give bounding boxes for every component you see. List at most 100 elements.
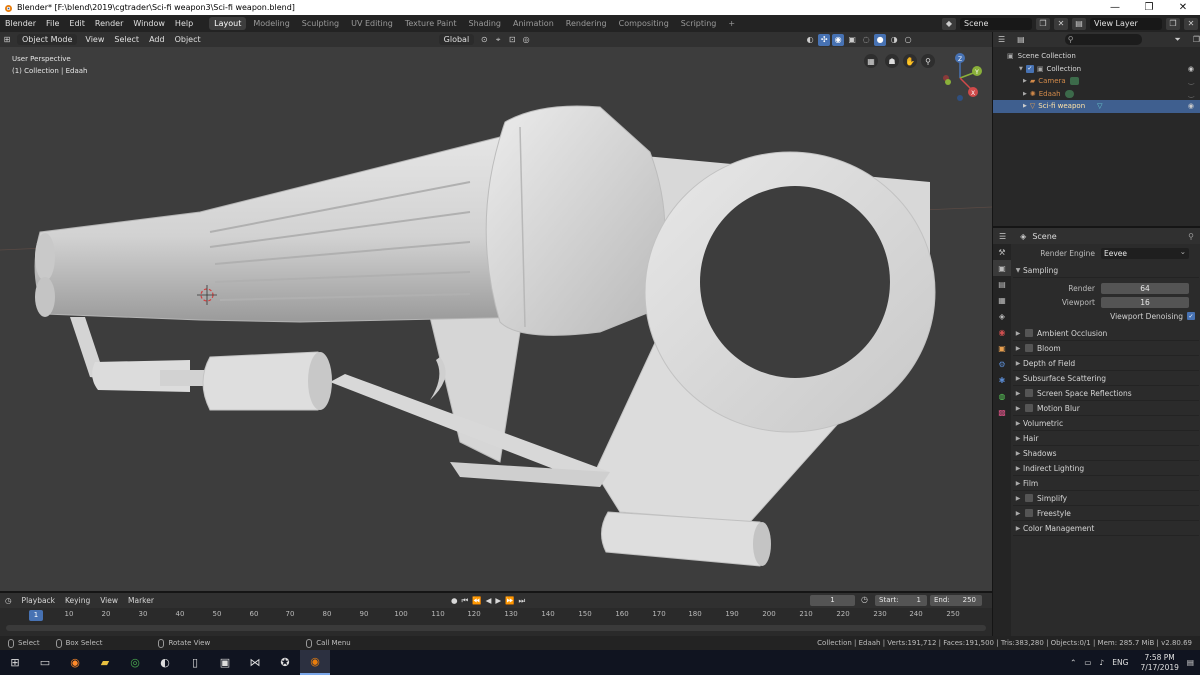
notifications-icon[interactable]: ▤ xyxy=(1187,658,1194,667)
sampling-panel-header[interactable]: ▼ Sampling xyxy=(1013,263,1199,278)
outliner-editor-icon[interactable]: ☰ xyxy=(998,35,1005,44)
pin-icon[interactable]: ⚲ xyxy=(1188,232,1194,241)
visual-studio-icon[interactable]: ⋈ xyxy=(240,650,270,675)
tab-uv-editing[interactable]: UV Editing xyxy=(346,17,398,30)
unreal-engine-icon[interactable]: ◐ xyxy=(150,650,180,675)
timeline-menu-marker[interactable]: Marker xyxy=(123,596,159,605)
jump-end-icon[interactable]: ⏭ xyxy=(517,596,528,606)
view-layer-field[interactable]: View Layer xyxy=(1090,17,1162,30)
overlays-toggle-icon[interactable]: ◉ xyxy=(832,33,845,46)
material-shading-icon[interactable]: ◑ xyxy=(888,34,900,46)
menu-edit[interactable]: Edit xyxy=(64,15,90,32)
expand-arrow-icon[interactable]: ▶ xyxy=(1023,91,1027,97)
start-frame-field[interactable]: Start: 1 xyxy=(875,595,927,606)
menu-file[interactable]: File xyxy=(41,15,64,32)
visibility-eye-icon[interactable]: ◉ xyxy=(1188,65,1194,73)
chrome-icon[interactable]: ◎ xyxy=(120,650,150,675)
physics-tab-icon[interactable]: ◍ xyxy=(993,388,1011,404)
rendered-shading-icon[interactable]: ○ xyxy=(902,34,914,46)
tab-modeling[interactable]: Modeling xyxy=(248,17,294,30)
render-samples-field[interactable]: 64 xyxy=(1101,282,1189,294)
jump-keyframe-forward-icon[interactable]: ⏩ xyxy=(503,596,516,605)
panel-depth-of-field[interactable]: ▶ Depth of Field xyxy=(1013,356,1199,371)
tab-rendering[interactable]: Rendering xyxy=(561,17,612,30)
expand-arrow-icon[interactable]: ▶ xyxy=(1023,103,1027,109)
xray-toggle-icon[interactable]: ▣ xyxy=(846,34,858,46)
timeline-scrollbar[interactable] xyxy=(6,625,986,631)
proportional-edit-icon[interactable]: ◎ xyxy=(520,34,532,46)
tray-up-arrow-icon[interactable]: ⌃ xyxy=(1070,658,1076,667)
current-frame-field[interactable]: 1 xyxy=(810,595,855,606)
modifier-tab-icon[interactable]: ⚙ xyxy=(993,356,1011,372)
render-tab-icon[interactable]: ▣ xyxy=(993,260,1011,276)
scene-name-field[interactable]: Scene xyxy=(960,17,1032,30)
panel-film[interactable]: ▶ Film xyxy=(1013,476,1199,491)
playhead[interactable]: 1 xyxy=(29,610,43,621)
navigation-gizmo[interactable]: Z Y X xyxy=(943,53,982,101)
pivot-point-icon[interactable]: ⊙ xyxy=(478,34,490,46)
app-icon[interactable]: ✪ xyxy=(270,650,300,675)
world-tab-icon[interactable]: ◉ xyxy=(993,324,1011,340)
output-tab-icon[interactable]: ▤ xyxy=(993,276,1011,292)
tab-animation[interactable]: Animation xyxy=(508,17,559,30)
view-layer-icon[interactable]: ▤ xyxy=(1072,17,1086,30)
timeline-menu-playback[interactable]: Playback xyxy=(17,596,60,605)
panel-checkbox[interactable] xyxy=(1025,509,1033,517)
view-layer-tab-icon[interactable]: ▦ xyxy=(993,292,1011,308)
solid-shading-icon[interactable]: ● xyxy=(874,33,887,46)
outliner-row-sci-fi-weapon[interactable]: ▶ ▽ Sci-fi weapon ▽ ◉ xyxy=(993,100,1200,113)
volume-icon[interactable]: ♪ xyxy=(1099,658,1104,667)
snap-icon[interactable]: ⌖ xyxy=(492,34,504,46)
panel-screen-space-reflections[interactable]: ▶ Screen Space Reflections xyxy=(1013,386,1199,401)
new-scene-icon[interactable]: ❐ xyxy=(1036,17,1050,30)
tab-shading[interactable]: Shading xyxy=(463,17,506,30)
preview-range-icon[interactable]: ◷ xyxy=(861,595,868,604)
document-icon[interactable]: ▯ xyxy=(180,650,210,675)
visibility-eye-icon[interactable]: ‿ xyxy=(1188,90,1194,98)
scene-selector-icon[interactable]: ◆ xyxy=(942,17,956,30)
particles-tab-icon[interactable]: ✱ xyxy=(993,372,1011,388)
panel-checkbox[interactable] xyxy=(1025,344,1033,352)
visibility-eye-icon[interactable]: ◉ xyxy=(1188,102,1194,110)
render-engine-select[interactable]: Eevee xyxy=(1101,246,1189,259)
editor-type-icon[interactable]: ⊞ xyxy=(1,34,13,46)
viewport-menu-view[interactable]: View xyxy=(80,35,109,44)
system-clock[interactable]: 7:58 PM 7/17/2019 xyxy=(1140,653,1178,673)
material-tab-icon[interactable]: ▩ xyxy=(993,404,1011,420)
menu-blender[interactable]: Blender xyxy=(0,15,41,32)
expand-arrow-icon[interactable]: ▼ xyxy=(1019,66,1023,72)
jump-start-icon[interactable]: ⏮ xyxy=(460,596,471,606)
add-workspace-button[interactable]: + xyxy=(723,17,740,30)
tab-compositing[interactable]: Compositing xyxy=(614,17,674,30)
tab-scripting[interactable]: Scripting xyxy=(676,17,722,30)
panel-checkbox[interactable] xyxy=(1025,389,1033,397)
outliner-row-collection[interactable]: ▼ ✓ ▣ Collection ◉ xyxy=(993,63,1200,76)
3d-viewport[interactable]: Z Y X ⊞ Object Mode View Select Add Obje… xyxy=(0,32,992,591)
tab-texture-paint[interactable]: Texture Paint xyxy=(400,17,462,30)
toggle-perspective-icon[interactable]: ▦ xyxy=(864,54,878,68)
panel-indirect-lighting[interactable]: ▶ Indirect Lighting xyxy=(1013,461,1199,476)
properties-editor-icon[interactable]: ☰ xyxy=(999,232,1006,241)
windows-start-icon[interactable]: ⊞ xyxy=(0,650,30,675)
panel-subsurface-scattering[interactable]: ▶ Subsurface Scattering xyxy=(1013,371,1199,386)
file-explorer-icon[interactable]: ▰ xyxy=(90,650,120,675)
play-reverse-icon[interactable]: ◀ xyxy=(484,596,494,605)
panel-checkbox[interactable] xyxy=(1025,404,1033,412)
new-view-layer-icon[interactable]: ❐ xyxy=(1166,17,1180,30)
blender-taskbar-icon[interactable]: ◉ xyxy=(300,650,330,675)
minimize-button[interactable]: — xyxy=(1098,0,1132,15)
panel-checkbox[interactable] xyxy=(1025,329,1033,337)
timeline-editor-icon[interactable]: ◷ xyxy=(0,596,17,605)
tab-sculpting[interactable]: Sculpting xyxy=(297,17,344,30)
panel-simplify[interactable]: ▶ Simplify xyxy=(1013,491,1199,506)
task-view-icon[interactable]: ▭ xyxy=(30,650,60,675)
view-object-types-icon[interactable]: ◐ xyxy=(804,34,816,46)
network-icon[interactable]: ▭ xyxy=(1084,658,1091,667)
panel-freestyle[interactable]: ▶ Freestyle xyxy=(1013,506,1199,521)
panel-bloom[interactable]: ▶ Bloom xyxy=(1013,341,1199,356)
viewport-scene[interactable]: Z Y X xyxy=(0,32,992,591)
panel-motion-blur[interactable]: ▶ Motion Blur xyxy=(1013,401,1199,416)
tool-tab-icon[interactable]: ⚒ xyxy=(993,244,1011,260)
panel-color-management[interactable]: ▶ Color Management xyxy=(1013,521,1199,536)
collection-checkbox[interactable]: ✓ xyxy=(1025,64,1034,73)
